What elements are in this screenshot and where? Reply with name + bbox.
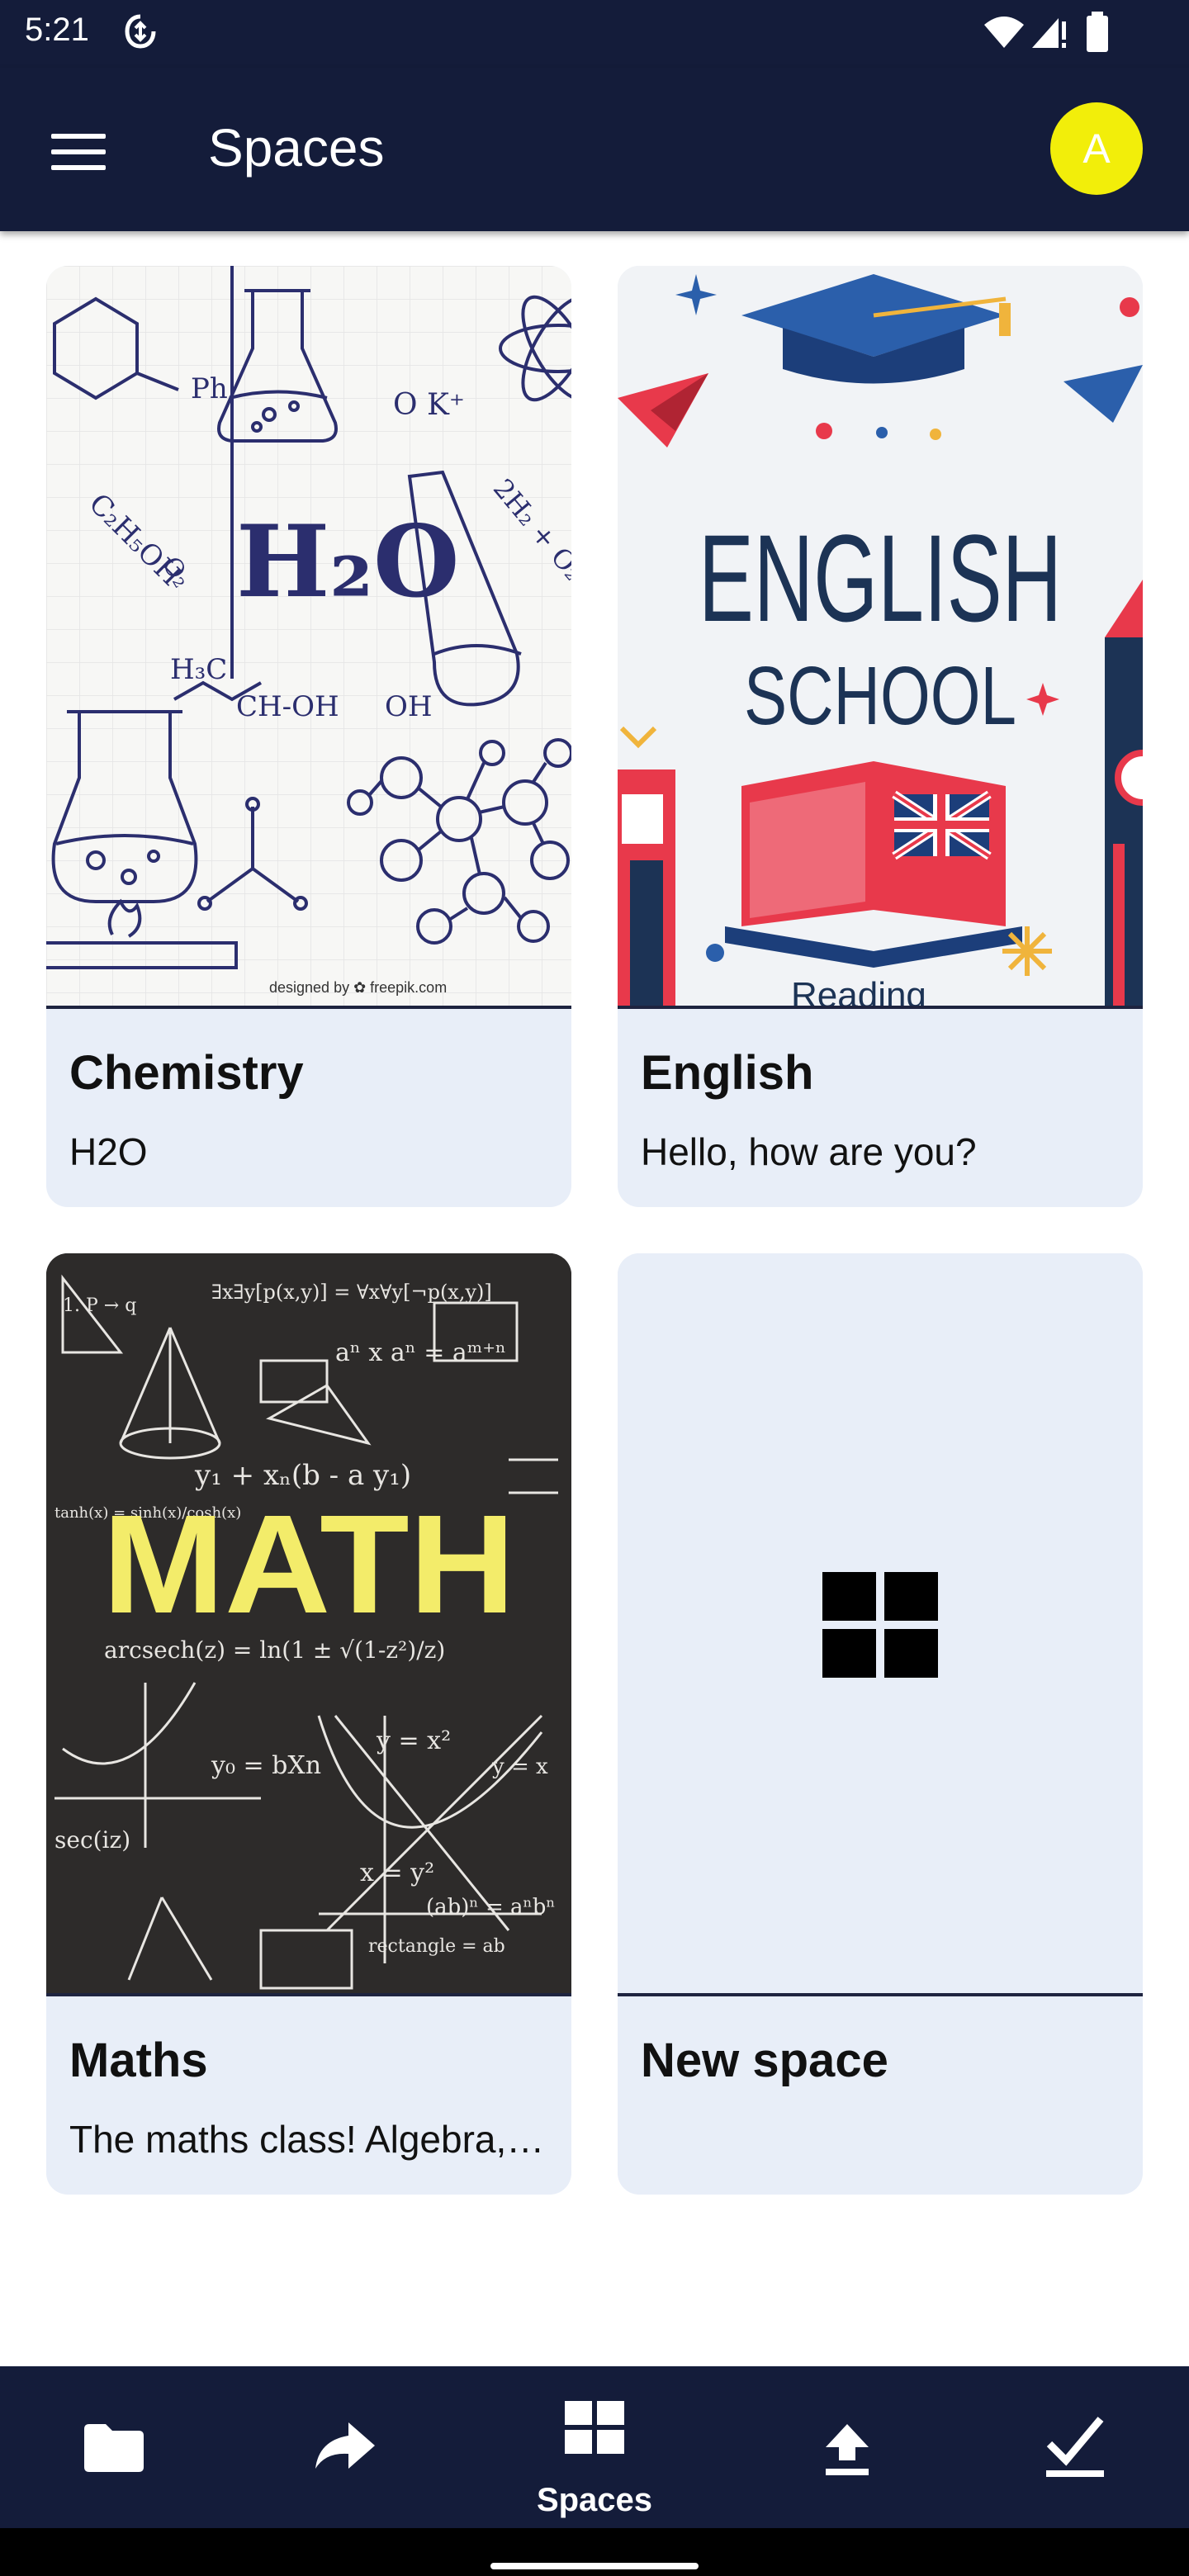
formula-text: CH-OH [236, 690, 339, 723]
maths-illustration: ∃x∃y[p(x,y)] = ∀x∀y[¬p(x,y)] 1. P → q aⁿ… [46, 1253, 571, 1995]
chemistry-illustration: H₂O C₂H₅OH H₃C CH-OH OH O K⁺ Ph 2H₂ + O₂… [46, 266, 571, 1007]
space-card-maths[interactable]: ∃x∃y[p(x,y)] = ∀x∀y[¬p(x,y)] 1. P → q aⁿ… [46, 1253, 571, 2195]
english-image: ENGLISH SCHOOL Reading [618, 266, 1143, 1007]
math-eq: (ab)ⁿ = aⁿbⁿ [426, 1895, 556, 1920]
signal-icon [1032, 18, 1066, 48]
wifi-icon [984, 17, 1024, 48]
share-icon [315, 2422, 375, 2469]
space-subtitle: H2O [69, 1130, 148, 1173]
menu-button[interactable] [51, 134, 106, 173]
reading-label: Reading [791, 975, 926, 1007]
math-eq: y = x [491, 1754, 548, 1779]
math-eq: y = x² [376, 1726, 451, 1755]
chemistry-image: H₂O C₂H₅OH H₃C CH-OH OH O K⁺ Ph 2H₂ + O₂… [46, 266, 571, 1007]
math-eq: aⁿ x aⁿ = aᵐ⁺ⁿ [335, 1338, 506, 1367]
space-title: New space [641, 2034, 888, 2087]
formula-text: O K⁺ [393, 388, 465, 422]
school-label: SCHOOL [744, 650, 1016, 742]
nav-tasks[interactable] [976, 2366, 1174, 2528]
formula-text: OH [385, 690, 433, 723]
nav-files[interactable] [15, 2366, 213, 2528]
math-eq: x = y² [360, 1859, 434, 1887]
math-eq: rectangle = ab [368, 1936, 505, 1957]
space-title: English [641, 1046, 814, 1100]
home-gesture-bar[interactable] [490, 2563, 699, 2569]
maths-image: ∃x∃y[p(x,y)] = ∀x∀y[¬p(x,y)] 1. P → q aⁿ… [46, 1253, 571, 1995]
hamburger-icon-line [51, 134, 106, 139]
top-app-bar: Spaces A [0, 68, 1189, 231]
nav-share[interactable] [246, 2366, 444, 2528]
math-label: MATH [102, 1486, 515, 1643]
math-eq: sec(iz) [54, 1826, 130, 1854]
data-saver-icon [125, 14, 156, 49]
avatar[interactable]: A [1050, 102, 1143, 195]
english-label: ENGLISH [699, 509, 1062, 647]
english-illustration: ENGLISH SCHOOL Reading [618, 274, 1143, 1007]
nav-label-spaces: Spaces [536, 2482, 653, 2518]
new-space-card[interactable]: New space [618, 1253, 1143, 2195]
status-time: 5:21 [25, 12, 89, 48]
space-subtitle: Hello, how are you? [641, 1130, 977, 1173]
h2o-label: H₂O [236, 504, 459, 620]
space-title: Chemistry [69, 1046, 304, 1100]
card-divider [618, 1993, 1143, 1996]
status-bar: 5:21 [0, 0, 1189, 68]
page-title: Spaces [208, 118, 385, 178]
image-credit: designed by ✿ freepik.com [269, 979, 447, 996]
nav-upload[interactable] [748, 2366, 946, 2528]
hamburger-icon-line [51, 149, 106, 154]
bottom-navigation: Spaces [0, 2366, 1189, 2528]
upload-icon [826, 2424, 869, 2475]
new-space-media [618, 1253, 1143, 1995]
space-card-chemistry[interactable]: H₂O C₂H₅OH H₃C CH-OH OH O K⁺ Ph 2H₂ + O₂… [46, 266, 571, 1207]
card-divider [618, 1006, 1143, 1009]
card-divider [46, 1006, 571, 1009]
hamburger-icon-line [51, 165, 106, 170]
space-subtitle: The maths class! Algebra, geometry [69, 2118, 548, 2161]
math-eq: y₀ = bXn [211, 1751, 321, 1780]
spaces-grid-icon [565, 2401, 624, 2454]
folder-icon [84, 2424, 144, 2472]
check-icon [1046, 2417, 1104, 2477]
battery-icon [1087, 12, 1108, 52]
nav-spaces[interactable]: Spaces [495, 2366, 694, 2528]
grid-icon [822, 1572, 938, 1678]
space-card-english[interactable]: ENGLISH SCHOOL Reading English Hello, ho… [618, 266, 1143, 1207]
svg-text:1. P → q: 1. P → q [63, 1295, 136, 1316]
space-title: Maths [69, 2034, 208, 2087]
svg-text:∃x∃y[p(x,y)] = ∀x∀y[¬p(x,y)]: ∃x∃y[p(x,y)] = ∀x∀y[¬p(x,y)] [211, 1281, 492, 1304]
card-divider [46, 1993, 571, 1996]
formula-text: H₃C [170, 653, 227, 686]
formula-text: Ph [191, 372, 228, 405]
